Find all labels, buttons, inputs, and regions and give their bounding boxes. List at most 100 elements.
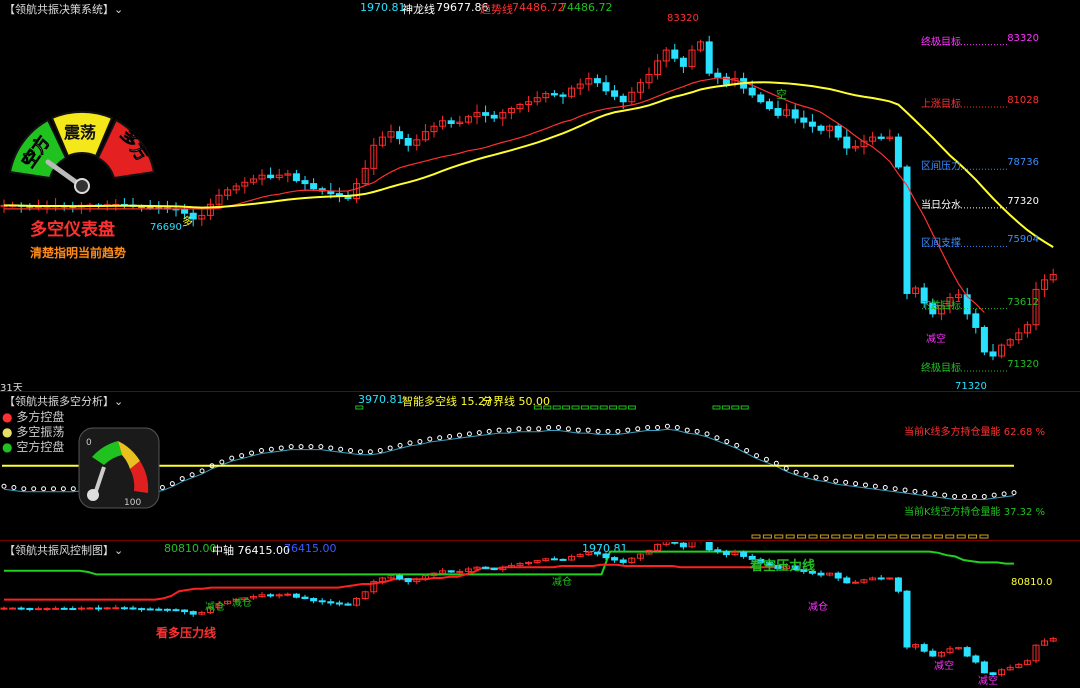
risk-candle-body: [318, 600, 326, 603]
gauge-needle: [45, 159, 83, 188]
oscillator-dot: [605, 428, 611, 434]
oscillator-dot: [348, 447, 354, 453]
oscillator-dot: [595, 428, 601, 434]
risk-candle-body: [877, 577, 885, 580]
oscillator-dot: [60, 486, 66, 492]
candle-body: [757, 94, 765, 103]
oscillator-dot: [793, 469, 799, 475]
risk-candle-body: [146, 608, 154, 611]
risk-candle-body: [34, 608, 42, 611]
tag-reduce-short-1: 减空: [934, 661, 954, 672]
bear-marker: [979, 534, 989, 539]
risk-candle-body: [335, 602, 343, 605]
bear-pressure-line-label: 看空压力线: [750, 559, 816, 574]
risk-candle-body: [267, 594, 275, 597]
risk-candle-body: [886, 577, 894, 580]
bull-marker: [580, 405, 589, 410]
risk-candle-body: [344, 603, 352, 606]
oscillator-dot: [268, 446, 274, 452]
target-value: 71320: [1007, 358, 1039, 370]
tag-reduce-3: 减仓: [552, 577, 572, 588]
bear-marker: [911, 534, 921, 539]
target-value: 81028: [1007, 94, 1039, 106]
risk-candle-body: [722, 551, 730, 556]
bear-marker: [819, 534, 829, 539]
risk-candle-body: [679, 542, 687, 548]
oscillator-dot: [932, 491, 938, 497]
oscillator-dot: [981, 493, 987, 499]
risk-candle-body: [929, 650, 937, 657]
candle-body: [877, 136, 885, 139]
target-label: 上涨目标: [921, 98, 961, 110]
bear-marker: [854, 534, 864, 539]
oscillator-dot: [516, 426, 522, 432]
candle-body: [791, 109, 799, 119]
oscillator-dot: [694, 428, 700, 434]
oscillator-dot: [417, 439, 423, 445]
candle-body: [765, 101, 773, 110]
oscillator-dot: [387, 445, 393, 451]
risk-candle-body: [490, 567, 498, 571]
risk-candle-body: [705, 542, 713, 551]
bear-marker: [899, 534, 909, 539]
oscillator-dot: [744, 447, 750, 453]
risk-candle-body: [851, 581, 859, 584]
candle-body: [447, 120, 455, 124]
oscillator-dot: [239, 453, 245, 459]
oscillator-dot: [952, 493, 958, 499]
target-value: 83320: [1007, 32, 1039, 44]
oscillator-dot: [466, 431, 472, 437]
oscillator-dot: [278, 445, 284, 451]
target-level: 当日分水 77320: [921, 196, 1039, 211]
candle-body: [843, 136, 851, 149]
oscillator-dot: [338, 446, 344, 452]
risk-candle-body: [404, 578, 412, 583]
risk-candle-body: [155, 608, 163, 611]
risk-candle-body: [903, 590, 911, 648]
bull-marker: [599, 405, 608, 410]
risk-candle-body: [163, 608, 171, 611]
bull-marker: [712, 405, 721, 410]
low-price-label-1: 76690: [150, 222, 182, 233]
risk-candle-body: [834, 572, 842, 579]
bull-marker: [571, 405, 580, 410]
risk-candle-body: [972, 655, 980, 663]
oscillator-dot: [892, 486, 898, 492]
risk-candle-body: [611, 557, 619, 561]
oscillator-dot: [447, 433, 453, 439]
risk-candle-body: [327, 601, 335, 604]
bear-marker: [876, 534, 886, 539]
high-price-label: 83320: [667, 13, 699, 24]
oscillator-dot: [377, 447, 383, 453]
candle-body: [550, 93, 558, 96]
candle-body: [619, 95, 627, 103]
risk-candle-body: [129, 607, 137, 610]
risk-chart[interactable]: [0, 542, 1080, 688]
bull-volume-ratio: 当前K线多方持仓量能 62.68 %: [904, 427, 1046, 438]
tag-reduce-4: 减仓: [808, 602, 828, 613]
candle-body: [705, 41, 713, 74]
risk-candle-body: [172, 609, 180, 612]
oscillator-dot: [159, 485, 165, 491]
risk-candle-body: [817, 572, 825, 576]
bear-volume-ratio: 当前K线空方持仓量能 37.32 %: [904, 507, 1046, 518]
bull-marker: [590, 405, 599, 410]
target-label: 终极目标: [921, 36, 961, 48]
oscillator-dot: [823, 476, 829, 482]
oscillator-dot: [714, 435, 720, 441]
oscillator-dot: [615, 428, 621, 434]
risk-right-value: 80810.0: [1011, 577, 1053, 588]
bear-marker: [865, 534, 875, 539]
candle-body: [808, 121, 816, 127]
oscillator-dot: [397, 442, 403, 448]
oscillator-dot: [862, 482, 868, 488]
oscillator-dot: [575, 427, 581, 433]
legend-item-bear: ● 空方控盘: [2, 440, 65, 454]
bull-marker: [740, 405, 749, 410]
oscillator-dot: [773, 460, 779, 466]
mini-gauge-max: 100: [124, 498, 141, 508]
oscillator-dot: [664, 423, 670, 429]
oscillator-dot: [922, 490, 928, 496]
oscillator-dot: [655, 425, 661, 431]
oscillator-dot: [229, 455, 235, 461]
